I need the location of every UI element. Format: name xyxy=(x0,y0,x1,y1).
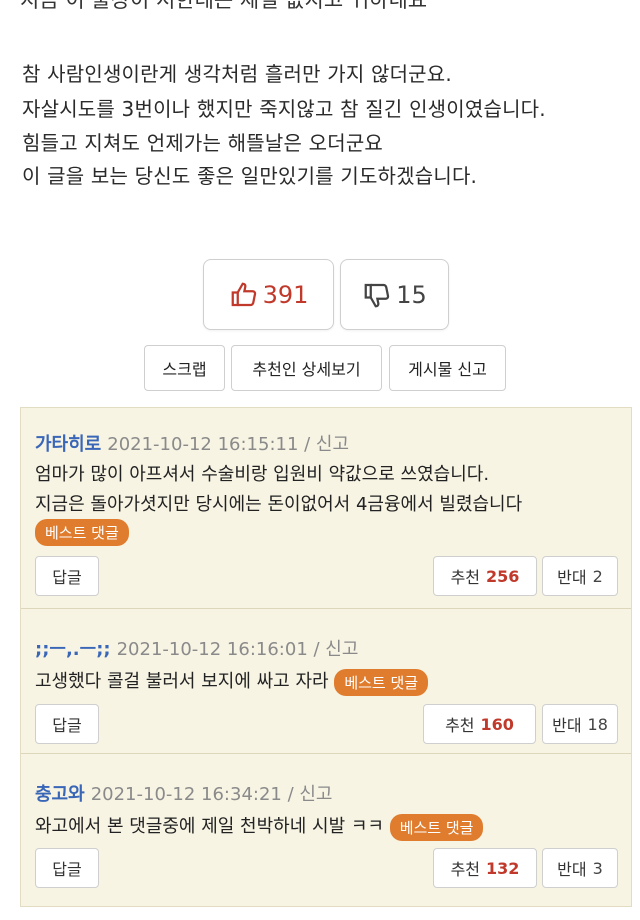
report-post-label: 게시물 신고 xyxy=(408,360,487,379)
oppose-count: 3 xyxy=(592,858,603,878)
comment-text: 고생했다 콜걸 불러서 보지에 싸고 자라 베스트 댓글 xyxy=(35,667,429,696)
post-paragraph: 힘들고 지쳐도 언제가는 해뜰날은 오더군요 xyxy=(22,131,384,155)
upvote-button[interactable]: 391 xyxy=(203,259,334,330)
comment-meta: 2021-10-12 16:16:01 / 신고 xyxy=(116,639,359,660)
best-comment-badge: 베스트 댓글 xyxy=(389,813,484,841)
comment-meta: 2021-10-12 16:34:21 / 신고 xyxy=(90,784,333,805)
oppose-count: 2 xyxy=(592,566,603,586)
comment-header: 가타히로 2021-10-12 16:15:11 / 신고 xyxy=(35,430,349,456)
comment-recommend-button[interactable]: 추천 160 xyxy=(423,704,536,744)
comment-author[interactable]: ;;ㅡ,.ㅡ;; xyxy=(35,639,111,660)
post-paragraph: 참 사람인생이란게 생각처럼 흘러만 가지 않더군요. xyxy=(22,62,452,86)
comment-text: 와고에서 본 댓글중에 제일 천박하네 시발 ㅋㅋ 베스트 댓글 xyxy=(35,812,484,841)
comment-header: 충고와 2021-10-12 16:34:21 / 신고 xyxy=(35,780,333,806)
post-cut-line: 지금 이 출장이 서한테는 제일 값지고 귀하네요 xyxy=(20,0,428,12)
post-paragraph: 이 글을 보는 당신도 좋은 일만있기를 기도하겠습니다. xyxy=(22,164,478,188)
downvote-count: 15 xyxy=(396,280,427,309)
comment-meta: 2021-10-12 16:15:11 / 신고 xyxy=(107,434,350,455)
comment-list: 가타히로 2021-10-12 16:15:11 / 신고 엄마가 많이 아프셔서… xyxy=(20,407,632,907)
comment-item: 가타히로 2021-10-12 16:15:11 / 신고 엄마가 많이 아프셔서… xyxy=(21,408,631,609)
report-post-button[interactable]: 게시물 신고 xyxy=(389,345,506,391)
reply-button[interactable]: 답글 xyxy=(35,704,99,744)
thumbs-down-icon xyxy=(364,283,390,307)
oppose-count: 18 xyxy=(587,714,608,734)
upvote-count: 391 xyxy=(262,280,309,309)
scrap-label: 스크랩 xyxy=(162,360,207,379)
reply-button[interactable]: 답글 xyxy=(35,848,99,888)
comment-oppose-button[interactable]: 반대 3 xyxy=(542,848,618,888)
downvote-button[interactable]: 15 xyxy=(340,259,449,330)
best-comment-badge: 베스트 댓글 xyxy=(334,668,429,696)
comment-text: 엄마가 많이 아프셔서 수술비랑 입원비 약값으로 쓰였습니다. xyxy=(35,464,490,485)
comment-recommend-button[interactable]: 추천 256 xyxy=(433,556,537,596)
reply-button[interactable]: 답글 xyxy=(35,556,99,596)
comment-recommend-button[interactable]: 추천 132 xyxy=(433,848,537,888)
recommenders-button[interactable]: 추천인 상세보기 xyxy=(231,345,382,391)
comment-text: 지금은 돌아가셧지만 당시에는 돈이없어서 4금융에서 빌렸습니다 xyxy=(35,494,523,515)
comment-item: 충고와 2021-10-12 16:34:21 / 신고 와고에서 본 댓글중에 … xyxy=(21,754,631,908)
comment-oppose-button[interactable]: 반대 18 xyxy=(542,704,618,744)
scrap-button[interactable]: 스크랩 xyxy=(144,345,225,391)
comment-author[interactable]: 가타히로 xyxy=(35,434,101,455)
comment-oppose-button[interactable]: 반대 2 xyxy=(542,556,618,596)
thumbs-up-icon xyxy=(231,282,256,306)
recommend-count: 160 xyxy=(480,714,514,734)
comment-item: ;;ㅡ,.ㅡ;; 2021-10-12 16:16:01 / 신고 고생했다 콜걸… xyxy=(21,609,631,754)
recommend-count: 256 xyxy=(486,566,520,586)
comment-header: ;;ㅡ,.ㅡ;; 2021-10-12 16:16:01 / 신고 xyxy=(35,635,358,661)
best-comment-badge: 베스트 댓글 xyxy=(35,519,129,546)
comment-author[interactable]: 충고와 xyxy=(35,784,85,805)
recommenders-label: 추천인 상세보기 xyxy=(252,360,361,379)
recommend-count: 132 xyxy=(486,858,520,878)
post-paragraph: 자살시도를 3번이나 했지만 죽지않고 참 질긴 인생이였습니다. xyxy=(22,97,546,121)
